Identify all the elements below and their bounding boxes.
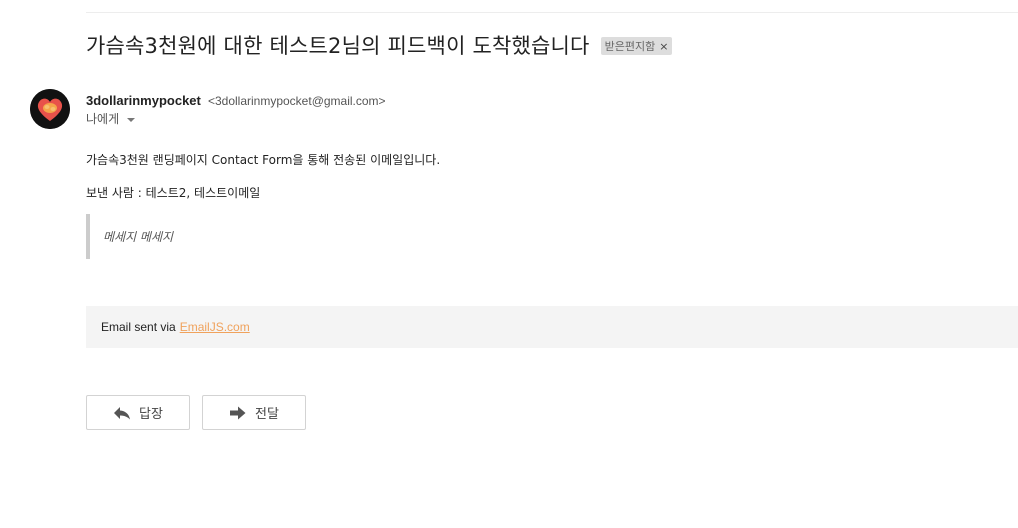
reply-button[interactable]: 답장: [86, 395, 190, 430]
remove-label-icon[interactable]: ×: [659, 40, 668, 53]
body-line-sender: 보낸 사람 : 테스트2, 테스트이메일: [86, 186, 261, 200]
reply-label: 답장: [139, 407, 163, 422]
recipient-details-toggle[interactable]: 나에게: [86, 110, 136, 127]
reply-icon: [113, 406, 131, 420]
inbox-label-chip[interactable]: 받은편지함 ×: [600, 37, 673, 55]
avatar-heart-icon: [30, 89, 70, 129]
avatar[interactable]: [30, 89, 70, 129]
forward-icon: [229, 406, 247, 420]
forward-button[interactable]: 전달: [202, 395, 306, 430]
body-line-intro: 가슴속3천원 랜딩페이지 Contact Form을 통해 전송된 이메일입니다…: [86, 153, 441, 167]
recipient-label: 나에게: [86, 112, 120, 126]
email-subject: 가슴속3천원에 대한 테스트2님의 피드백이 도착했습니다: [86, 34, 590, 58]
footer-prefix: Email sent via: [101, 320, 176, 334]
message-text: 메세지 메세지: [103, 230, 174, 244]
inbox-label-text: 받은편지함: [604, 40, 656, 53]
chevron-down-icon[interactable]: [127, 117, 136, 122]
sender-line: 3dollarinmypocket <3dollarinmypocket@gma…: [86, 90, 386, 109]
sender-name[interactable]: 3dollarinmypocket: [86, 93, 201, 108]
sender-email: <3dollarinmypocket@gmail.com>: [207, 94, 386, 108]
message-quote: 메세지 메세지: [86, 214, 173, 259]
forward-label: 전달: [255, 407, 279, 422]
emailjs-link[interactable]: EmailJS.com: [180, 320, 250, 334]
top-divider: [86, 12, 1018, 13]
subject-row: 가슴속3천원에 대한 테스트2님의 피드백이 도착했습니다 받은편지함 ×: [86, 30, 673, 60]
email-footer: Email sent via EmailJS.com: [86, 306, 1018, 348]
